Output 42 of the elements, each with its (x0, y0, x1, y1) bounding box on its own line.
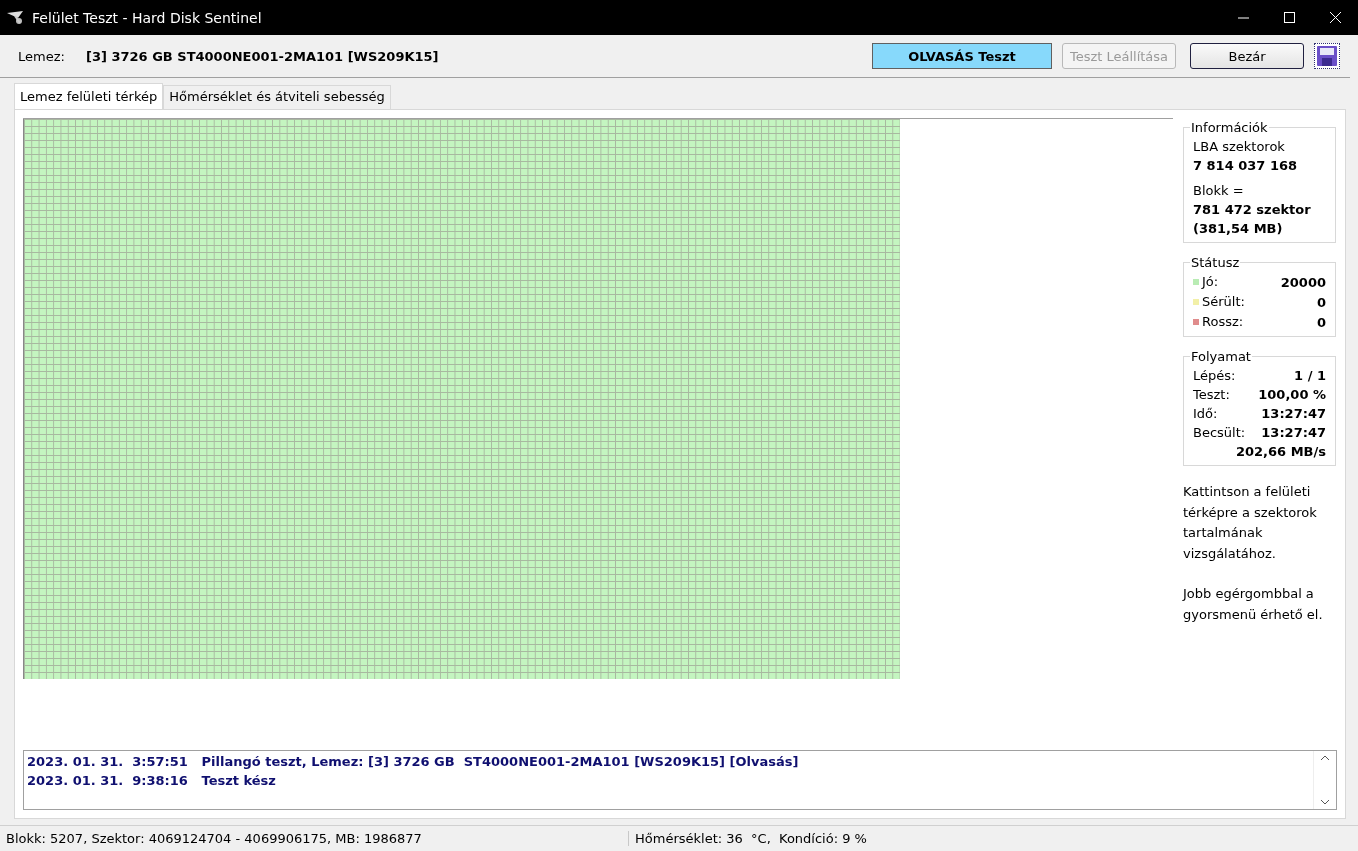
info-label: Blokk = (1193, 182, 1245, 200)
progress-value: 100,00 % (1258, 386, 1326, 404)
satellite-dish-icon (6, 9, 26, 26)
close-button[interactable]: Bezár (1190, 43, 1304, 69)
progress-value: 1 / 1 (1294, 367, 1326, 385)
progress-value: 13:27:47 (1261, 405, 1326, 423)
tab[interactable]: Hőmérséklet és átviteli sebesség (163, 85, 391, 109)
progress-value: 13:27:47 (1261, 424, 1326, 442)
progress-label: Teszt: (1193, 386, 1230, 404)
status-count: 0 (1316, 293, 1326, 312)
status-count: 20000 (1280, 273, 1326, 292)
tab[interactable]: Lemez felületi térkép (14, 83, 164, 109)
hint-text: Jobb egérgombbal a gyorsmenü érhető el. (1183, 585, 1324, 624)
status-bar-text: Hőmérséklet: 36 °C, Kondíció: 9 % (634, 831, 867, 846)
group-title: Folyamat (1190, 349, 1252, 364)
progress-value: 202,66 MB/s (1235, 443, 1326, 461)
progress-label: Lépés: (1193, 367, 1236, 385)
info-label: LBA szektorok (1193, 138, 1286, 156)
info-value: 7 814 037 168 (1193, 157, 1299, 175)
progress-label: Idő: (1193, 405, 1218, 423)
group-title: Információk (1190, 120, 1269, 135)
log-line: 2023. 01. 31. 3:57:51 Pillangó teszt, Lemez: [3] 3726 GB ST4000NE001-2MA101 [WS209K15] [Olvasás] (27, 753, 800, 771)
status-label: Sérült: (1202, 293, 1245, 311)
info-value: (381,54 MB) (1193, 220, 1284, 238)
disk-name: [3] 3726 GB ST4000NE001-2MA101 [WS209K15] (86, 48, 439, 64)
disk-label: Lemez: (18, 48, 66, 64)
scroll-down-icon[interactable] (1320, 799, 1330, 805)
save-button[interactable] (1314, 43, 1340, 69)
scroll-up-icon[interactable] (1320, 755, 1330, 761)
close-icon (1329, 12, 1341, 23)
status-label: Jó: (1202, 273, 1219, 291)
info-value: 781 472 szektor (1193, 201, 1312, 219)
status-bar-text: Blokk: 5207, Szektor: 4069124704 - 4069906175, MB: 1986877 (0, 831, 629, 846)
status-label: Rossz: (1202, 313, 1244, 331)
test-status-label: OLVASÁS Teszt (872, 43, 1052, 69)
group-title: Státusz (1190, 255, 1241, 270)
log-line: 2023. 01. 31. 9:38:16 Teszt kész (27, 772, 277, 790)
hint-text: Kattintson a felületi térképre a szektorok tartalmának vizsgálatához. (1183, 483, 1318, 563)
progress-label: Becsült: (1193, 424, 1246, 442)
maximize-icon (1283, 12, 1295, 23)
window-title: Felület Teszt - Hard Disk Sentinel (32, 9, 262, 26)
status-count: 0 (1316, 313, 1326, 332)
